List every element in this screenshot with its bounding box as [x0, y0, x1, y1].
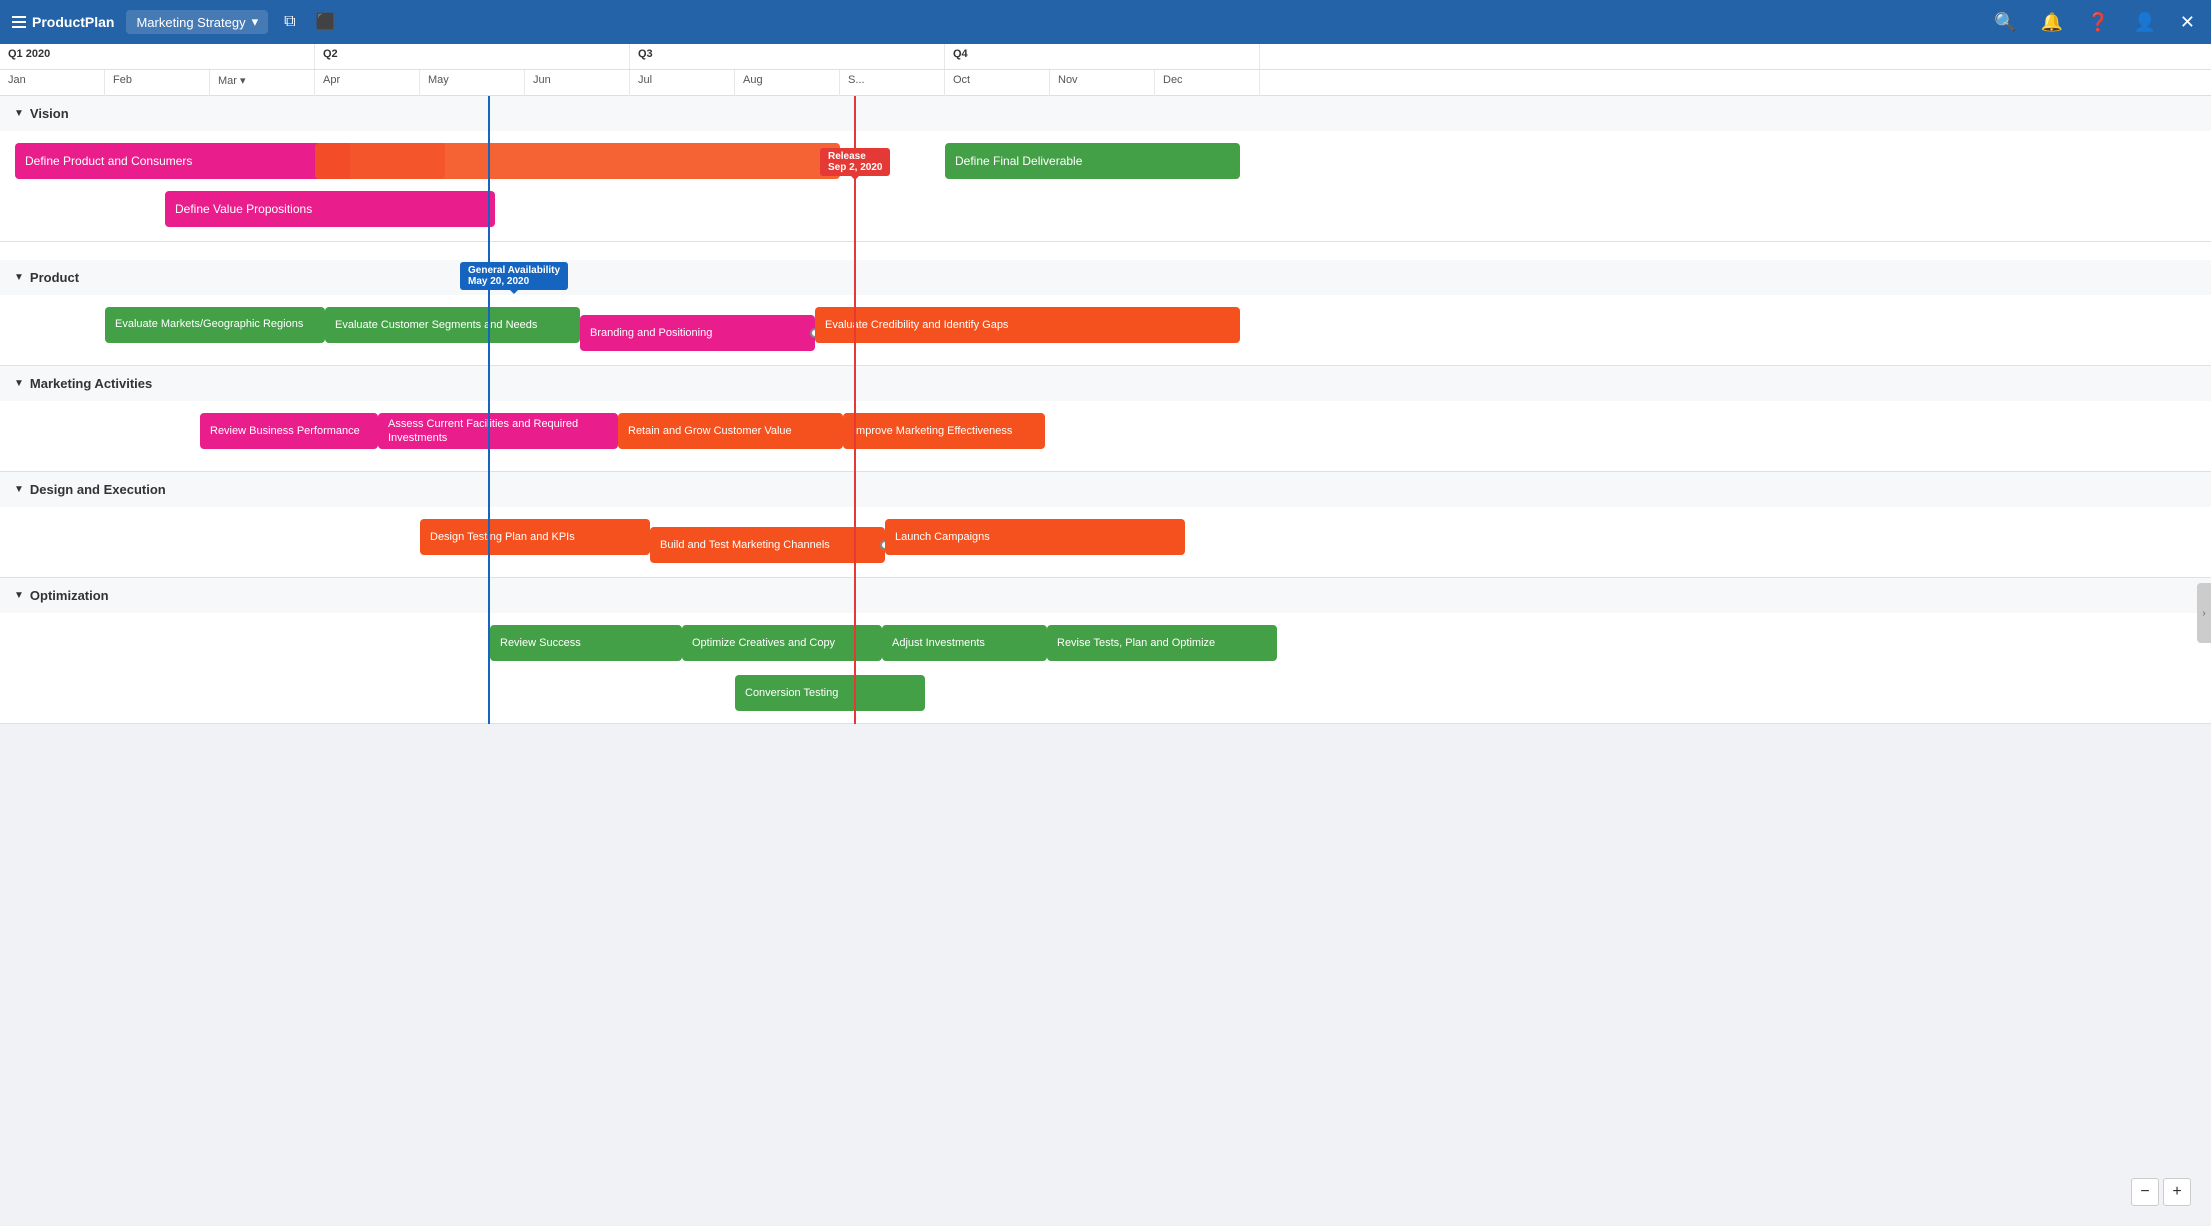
timeline-header: Q1 2020 Q2 Q3 Q4 Jan Feb Mar ▾ Apr May J… — [0, 44, 2211, 96]
bar-improve-marketing[interactable]: Improve Marketing Effectiveness — [843, 413, 1045, 449]
quarter-q1: Q1 2020 — [0, 44, 315, 69]
marketing-label: Marketing Activities — [30, 376, 152, 391]
ga-tooltip: General AvailabilityMay 20, 2020 — [460, 262, 568, 290]
month-apr: Apr — [315, 70, 420, 96]
vision-content: Define Product and Consumers Define Fina… — [0, 131, 2211, 241]
bar-eval-markets[interactable]: Evaluate Markets/Geographic Regions — [105, 307, 325, 343]
optimization-content: Review Success Optimize Creatives and Co… — [0, 613, 2211, 723]
gantt-area[interactable]: Q1 2020 Q2 Q3 Q4 Jan Feb Mar ▾ Apr May J… — [0, 44, 2211, 1226]
plan-name: Marketing Strategy — [136, 15, 245, 30]
gantt-body: ▼ Vision Define Product and Consumers — [0, 96, 2211, 724]
optimization-chevron-icon: ▼ — [14, 590, 24, 601]
zoom-in-button[interactable]: + — [2163, 1178, 2191, 1206]
zoom-controls: − + — [2131, 1178, 2191, 1206]
bar-review-objectives[interactable] — [315, 143, 840, 179]
section-vision-header[interactable]: ▼ Vision — [0, 96, 2211, 131]
bar-revise-tests[interactable]: Revise Tests, Plan and Optimize — [1047, 625, 1277, 661]
quarter-q3: Q3 — [630, 44, 945, 69]
bar-build-test[interactable]: Build and Test Marketing Channels — [650, 527, 885, 563]
brand-logo: ProductPlan — [12, 14, 114, 30]
product-label: Product — [30, 270, 79, 285]
bar-retain-grow[interactable]: Retain and Grow Customer Value — [618, 413, 843, 449]
marketing-content: Review Business Performance Assess Curre… — [0, 401, 2211, 471]
product-content: Evaluate Markets/Geographic Regions Eval… — [0, 295, 2211, 365]
month-sep: S... — [840, 70, 945, 96]
month-oct: Oct — [945, 70, 1050, 96]
section-marketing: ▼ Marketing Activities Review Business P… — [0, 366, 2211, 472]
navbar: ProductPlan Marketing Strategy ▾ ⧉ ⬛ 🔍 🔔… — [0, 0, 2211, 44]
help-button[interactable]: ❓ — [2083, 8, 2113, 37]
bar-review-success[interactable]: Review Success — [490, 625, 682, 661]
quarter-q2: Q2 — [315, 44, 630, 69]
section-marketing-header[interactable]: ▼ Marketing Activities — [0, 366, 2211, 401]
release-milestone-tooltip: ReleaseSep 2, 2020 — [820, 148, 890, 176]
quarter-q4: Q4 — [945, 44, 1260, 69]
bar-eval-credibility[interactable]: Evaluate Credibility and Identify Gaps — [815, 307, 1240, 343]
month-dec: Dec — [1155, 70, 1260, 96]
vision-label: Vision — [30, 106, 69, 121]
month-nov: Nov — [1050, 70, 1155, 96]
bar-launch-campaigns[interactable]: Launch Campaigns — [885, 519, 1185, 555]
user-button[interactable]: 👤 — [2129, 8, 2159, 37]
plan-dropdown[interactable]: Marketing Strategy ▾ — [126, 10, 268, 34]
navbar-right: 🔍 🔔 ❓ 👤 ✕ — [1990, 8, 2199, 37]
design-content: Design Testing Plan and KPIs Build and T… — [0, 507, 2211, 577]
bar-eval-segments[interactable]: Evaluate Customer Segments and Needs — [325, 307, 580, 343]
design-chevron-icon: ▼ — [14, 484, 24, 495]
vision-chevron-icon: ▼ — [14, 108, 24, 119]
section-design: ▼ Design and Execution Design Testing Pl… — [0, 472, 2211, 578]
copy-button[interactable]: ⧉ — [280, 9, 299, 35]
bar-define-product[interactable]: Define Product and Consumers — [15, 143, 350, 179]
timeline-quarters: Q1 2020 Q2 Q3 Q4 — [0, 44, 2211, 70]
product-chevron-icon: ▼ — [14, 272, 24, 283]
bar-design-testing[interactable]: Design Testing Plan and KPIs — [420, 519, 650, 555]
optimization-label: Optimization — [30, 588, 109, 603]
month-aug: Aug — [735, 70, 840, 96]
bar-optimize-creatives[interactable]: Optimize Creatives and Copy — [682, 625, 882, 661]
bar-define-final[interactable]: Define Final Deliverable — [945, 143, 1240, 179]
bar-review-biz[interactable]: Review Business Performance — [200, 413, 378, 449]
section-optimization-header[interactable]: ▼ Optimization — [0, 578, 2211, 613]
section-product: General AvailabilityMay 20, 2020 ▼ Produ… — [0, 260, 2211, 366]
dropdown-arrow-icon: ▾ — [252, 14, 259, 30]
section-vision: ▼ Vision Define Product and Consumers — [0, 96, 2211, 242]
close-button[interactable]: ✕ — [2176, 8, 2199, 37]
month-may: May — [420, 70, 525, 96]
timeline-months: Jan Feb Mar ▾ Apr May Jun Jul Aug S... O… — [0, 70, 2211, 96]
month-jun: Jun — [525, 70, 630, 96]
section-product-header[interactable]: ▼ Product — [0, 260, 2211, 295]
section-design-header[interactable]: ▼ Design and Execution — [0, 472, 2211, 507]
sidebar-collapse-arrow[interactable]: › — [2197, 583, 2211, 643]
month-jan: Jan — [0, 70, 105, 96]
notifications-button[interactable]: 🔔 — [2037, 8, 2067, 37]
month-feb: Feb — [105, 70, 210, 96]
design-label: Design and Execution — [30, 482, 166, 497]
bar-adjust-investments[interactable]: Adjust Investments — [882, 625, 1047, 661]
section-optimization: ▼ Optimization Review Success Optimize C… — [0, 578, 2211, 724]
bookmark-button[interactable]: ⬛ — [312, 8, 340, 36]
brand-name: ProductPlan — [32, 14, 114, 30]
main-container: Q1 2020 Q2 Q3 Q4 Jan Feb Mar ▾ Apr May J… — [0, 44, 2211, 1226]
search-button[interactable]: 🔍 — [1990, 8, 2020, 37]
bar-conversion-testing[interactable]: Conversion Testing — [735, 675, 925, 711]
bar-branding[interactable]: Branding and Positioning — [580, 315, 815, 351]
bar-assess-facilities[interactable]: Assess Current Facilities and Required I… — [378, 413, 618, 449]
zoom-out-button[interactable]: − — [2131, 1178, 2159, 1206]
menu-icon[interactable] — [12, 16, 26, 28]
bar-define-value[interactable]: Define Value Propositions — [165, 191, 495, 227]
month-mar: Mar ▾ — [210, 70, 315, 96]
marketing-chevron-icon: ▼ — [14, 378, 24, 389]
month-jul: Jul — [630, 70, 735, 96]
